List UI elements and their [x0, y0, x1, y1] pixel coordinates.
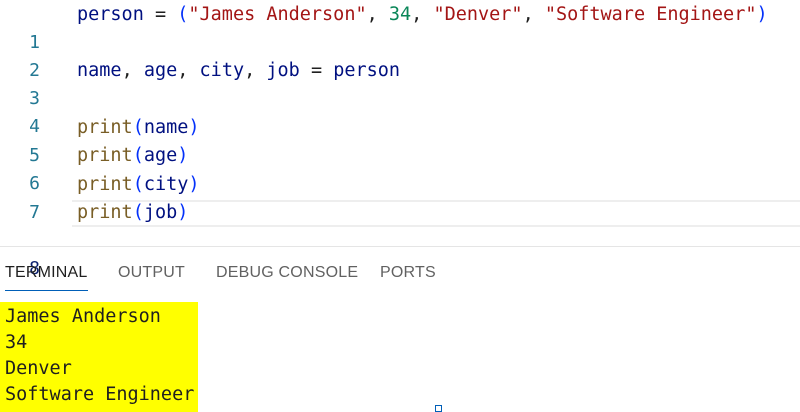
token-bracket: ) [188, 174, 200, 195]
code-content: name, age, city, job = person [77, 57, 400, 85]
token-bracket: ) [188, 117, 200, 138]
token-variable: age [143, 60, 178, 81]
token-bracket: ( [132, 202, 144, 223]
tab-ports[interactable]: PORTS [380, 264, 436, 282]
code-line-8[interactable]: 8 print(job) [0, 199, 800, 279]
code-line-5[interactable]: 5 print(name) [0, 114, 800, 166]
token-bracket: ) [756, 4, 768, 25]
token-variable: name [143, 117, 189, 138]
token-number: 34 [388, 4, 412, 25]
terminal-line: James Anderson [5, 306, 161, 327]
terminal-cursor [435, 405, 442, 412]
token-string: "Software Engineer" [544, 4, 757, 25]
token-string: "James Anderson" [188, 4, 367, 25]
token-bracket: ( [132, 117, 144, 138]
code-content: print(age) [77, 142, 188, 170]
token-string: "Denver" [433, 4, 523, 25]
token-operator: = [143, 4, 178, 25]
code-content: print(job) [77, 199, 188, 227]
token-variable: job [143, 202, 178, 223]
token-variable: name [77, 60, 122, 81]
token-punctuation: , [522, 4, 545, 25]
token-punctuation: , [244, 60, 267, 81]
code-line-2[interactable]: 2 [0, 29, 800, 81]
code-line-1[interactable]: 1 person = ("James Anderson", 34, "Denve… [0, 1, 800, 53]
token-variable: job [266, 60, 300, 81]
token-bracket: ( [132, 145, 144, 166]
terminal-line: Software Engineer [5, 384, 195, 405]
tab-output[interactable]: OUTPUT [118, 264, 185, 282]
token-variable: city [143, 174, 189, 195]
terminal-line: 34 [5, 332, 28, 353]
token-punctuation: , [177, 60, 200, 81]
token-variable: person [77, 4, 144, 25]
token-function: print [77, 145, 133, 166]
token-variable: age [143, 145, 178, 166]
code-line-3[interactable]: 3 name, age, city, job = person [0, 57, 800, 109]
token-punctuation: , [121, 60, 144, 81]
token-variable: city [199, 60, 245, 81]
terminal-line: Denver [5, 358, 72, 379]
token-punctuation: , [411, 4, 434, 25]
token-function: print [77, 174, 133, 195]
token-variable: person [333, 60, 401, 81]
token-bracket: ( [132, 174, 144, 195]
terminal-output[interactable]: James Anderson 34 Denver Software Engine… [0, 302, 198, 412]
code-editor[interactable]: 1 person = ("James Anderson", 34, "Denve… [0, 0, 800, 279]
token-function: print [77, 202, 133, 223]
code-content: print(city) [77, 171, 200, 199]
token-bracket: ) [177, 202, 189, 223]
token-punctuation: , [366, 4, 389, 25]
panel-divider[interactable] [0, 246, 800, 247]
token-operator: = [299, 60, 334, 81]
token-function: print [77, 117, 133, 138]
tab-debug-console[interactable]: DEBUG CONSOLE [216, 264, 358, 282]
code-content: person = ("James Anderson", 34, "Denver"… [77, 1, 768, 29]
token-bracket: ( [177, 4, 189, 25]
panel-tab-bar: TERMINAL OUTPUT DEBUG CONSOLE PORTS [0, 258, 800, 292]
code-line-7[interactable]: 7 print(city) [0, 171, 800, 223]
code-line-4[interactable]: 4 [0, 85, 800, 137]
code-line-6[interactable]: 6 print(age) [0, 142, 800, 194]
token-bracket: ) [177, 145, 189, 166]
code-content: print(name) [77, 114, 200, 142]
tab-terminal[interactable]: TERMINAL [5, 264, 88, 291]
